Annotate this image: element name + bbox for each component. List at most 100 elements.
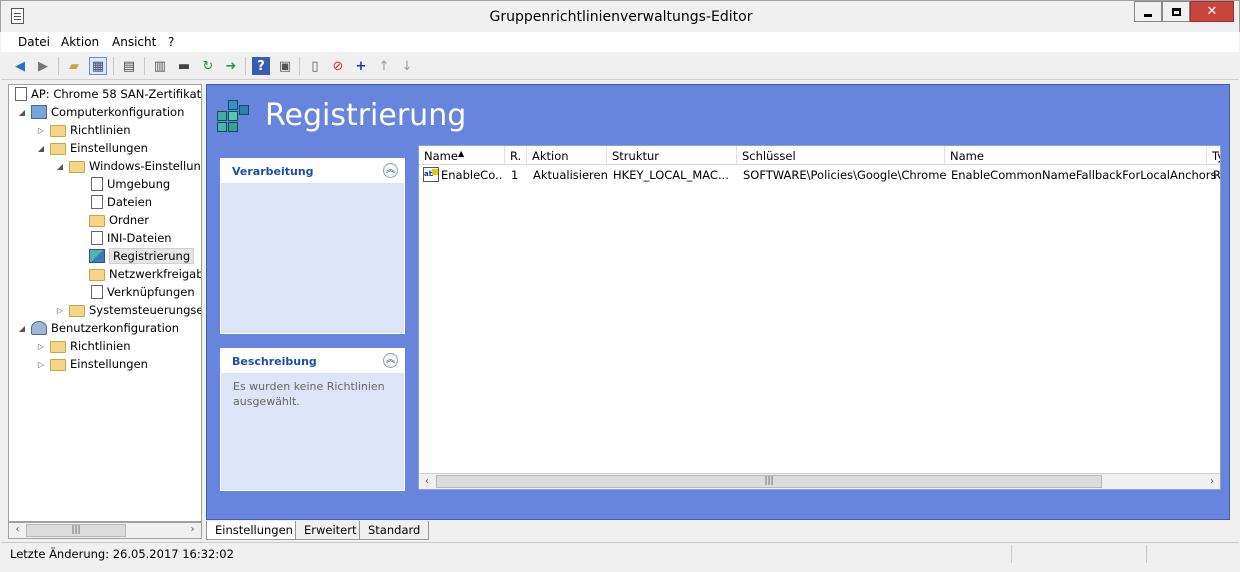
window-title: Gruppenrichtlinienverwaltungs-Editor	[489, 9, 753, 25]
registry-icon	[89, 249, 105, 263]
tree-item-registry[interactable]: Registrierung	[89, 247, 195, 265]
page-title: Registrierung	[265, 98, 467, 133]
tab-settings[interactable]: Einstellungen	[206, 521, 302, 540]
column-header-order[interactable]: R.	[505, 146, 527, 165]
collapse-chevron-icon[interactable]: ︽	[383, 163, 398, 178]
folder-icon	[50, 124, 66, 137]
add-icon[interactable]: +	[352, 57, 370, 75]
tree-item-network-shares[interactable]: Netzwerkfreigaben	[89, 265, 201, 283]
list-header: Name▲ R. Aktion Struktur Schlüssel Name …	[419, 146, 1220, 165]
tree-item-files[interactable]: Dateien	[89, 193, 152, 211]
tree-item-folders[interactable]: Ordner	[89, 211, 149, 229]
scroll-right-icon[interactable]: ›	[185, 524, 200, 538]
maximize-button[interactable]	[1162, 1, 1190, 22]
table-row[interactable]: ab EnableCo... 1 Aktualisieren HKEY_LOCA…	[419, 166, 1221, 184]
print-icon[interactable]: ▬	[175, 57, 193, 75]
collapse-toggle-icon[interactable]: ◢	[17, 108, 27, 117]
collapse-toggle-icon[interactable]: ◢	[17, 324, 27, 333]
scroll-left-icon[interactable]: ‹	[419, 474, 435, 489]
close-button[interactable]: ✕	[1190, 1, 1234, 22]
properties-icon[interactable]: ▤	[120, 57, 138, 75]
tree-item-user-policies[interactable]: ▷ Richtlinien	[36, 337, 131, 355]
column-header-action[interactable]: Aktion	[527, 146, 607, 165]
menu-file[interactable]: Datei	[18, 35, 50, 49]
tab-standard[interactable]: Standard	[359, 521, 430, 540]
column-header-hive[interactable]: Struktur	[607, 146, 737, 165]
collapse-toggle-icon[interactable]: ◢	[55, 162, 65, 171]
column-header-value-name[interactable]: Name	[945, 146, 1207, 165]
column-label: Name	[424, 149, 458, 163]
title-bar: Gruppenrichtlinienverwaltungs-Editor ✕	[0, 0, 1240, 32]
tab-extended[interactable]: Erweitert	[295, 521, 366, 540]
folder-icon	[50, 340, 66, 353]
scroll-thumb[interactable]: |||	[436, 475, 1102, 488]
collapse-toggle-icon[interactable]: ◢	[36, 144, 46, 153]
tree-item-label: Dateien	[107, 195, 153, 209]
menu-help[interactable]: ?	[168, 35, 174, 49]
tree-item-preferences[interactable]: ◢ Einstellungen	[36, 139, 148, 157]
cell-type: R	[1213, 168, 1221, 182]
status-cell	[1011, 545, 1146, 563]
move-up-icon[interactable]: ↑	[375, 57, 393, 75]
tree-item-label: Benutzerkonfiguration	[51, 321, 180, 335]
show-hide-tree-icon[interactable]: ▦	[89, 57, 107, 75]
tree-item-policies[interactable]: ▷ Richtlinien	[36, 121, 131, 139]
up-folder-icon[interactable]: ▰	[65, 57, 83, 75]
column-header-key[interactable]: Schlüssel	[737, 146, 945, 165]
tree-item-computer-config[interactable]: ◢ Computerkonfiguration	[17, 103, 184, 121]
tree-item-control-panel[interactable]: ▷ Systemsteuerungseinstellungen	[55, 301, 202, 319]
menu-view[interactable]: Ansicht	[112, 35, 156, 49]
processing-panel: Verarbeitung ︽	[220, 158, 405, 334]
tree-item-environment[interactable]: Umgebung	[89, 175, 170, 193]
gpo-icon	[15, 87, 27, 101]
tree-item-gpo-root[interactable]: AP: Chrome 58 SAN-Zertifikate	[13, 85, 201, 103]
minimize-button[interactable]	[1134, 1, 1162, 22]
stop-icon[interactable]: ⊘	[329, 57, 347, 75]
forward-arrow-icon[interactable]: ▶	[34, 57, 52, 75]
back-arrow-icon[interactable]: ◀	[11, 57, 29, 75]
expand-toggle-icon[interactable]: ▷	[36, 342, 46, 351]
tree-item-shortcuts[interactable]: Verknüpfungen	[89, 283, 195, 301]
refresh-icon[interactable]: ↻	[199, 57, 217, 75]
scroll-thumb[interactable]: |||	[26, 524, 126, 537]
expand-toggle-icon[interactable]: ▷	[55, 306, 65, 315]
tree-item-label: Windows-Einstellungen	[89, 159, 201, 173]
user-icon	[31, 321, 47, 335]
folder-icon	[50, 142, 66, 155]
tree-item-windows-settings[interactable]: ◢ Windows-Einstellungen	[55, 157, 201, 175]
share-icon	[89, 268, 105, 281]
console-tree: AP: Chrome 58 SAN-Zertifikate ◢ Computerk…	[8, 84, 202, 522]
registry-icon	[217, 99, 251, 133]
shortcut-icon	[91, 285, 103, 299]
tree-item-label: Systemsteuerungseinstellungen	[89, 303, 202, 317]
toolbar-separator	[245, 57, 246, 75]
show-pane-icon[interactable]: ▣	[276, 57, 294, 75]
export-icon[interactable]: ➜	[222, 57, 240, 75]
menu-action[interactable]: Aktion	[61, 35, 99, 49]
details-pane: Registrierung Verarbeitung ︽ Beschreibun…	[206, 84, 1230, 520]
new-item-icon[interactable]: ▯	[306, 57, 324, 75]
tree-item-user-config[interactable]: ◢ Benutzerkonfiguration	[17, 319, 179, 337]
column-header-name[interactable]: Name▲	[419, 146, 505, 165]
folder-icon	[69, 160, 85, 173]
list-horizontal-scrollbar[interactable]: ‹ ||| ›	[419, 473, 1220, 489]
tree-horizontal-scrollbar[interactable]: ‹ ||| ›	[8, 522, 202, 539]
tree-item-user-preferences[interactable]: ▷ Einstellungen	[36, 355, 148, 373]
column-header-type[interactable]: Ty	[1207, 146, 1220, 165]
settings-list: Name▲ R. Aktion Struktur Schlüssel Name …	[418, 145, 1221, 490]
move-down-icon[interactable]: ↓	[398, 57, 416, 75]
collapse-chevron-icon[interactable]: ︽	[383, 353, 398, 368]
expand-toggle-icon[interactable]: ▷	[36, 360, 46, 369]
processing-panel-title: Verarbeitung	[232, 165, 314, 178]
tree-item-label: Registrierung	[109, 248, 195, 264]
export-list-icon[interactable]: ▥	[151, 57, 169, 75]
scroll-right-icon[interactable]: ›	[1204, 474, 1220, 489]
description-text: Es wurden keine Richtlinien ausgewählt.	[233, 380, 385, 408]
status-cell	[1146, 545, 1231, 563]
tree-item-ini-files[interactable]: INI-Dateien	[89, 229, 172, 247]
help-icon[interactable]: ?	[252, 57, 270, 75]
menu-bar: Datei Aktion Ansicht ?	[1, 32, 1239, 52]
scroll-left-icon[interactable]: ‹	[10, 524, 25, 538]
ini-icon	[91, 231, 103, 245]
expand-toggle-icon[interactable]: ▷	[36, 126, 46, 135]
